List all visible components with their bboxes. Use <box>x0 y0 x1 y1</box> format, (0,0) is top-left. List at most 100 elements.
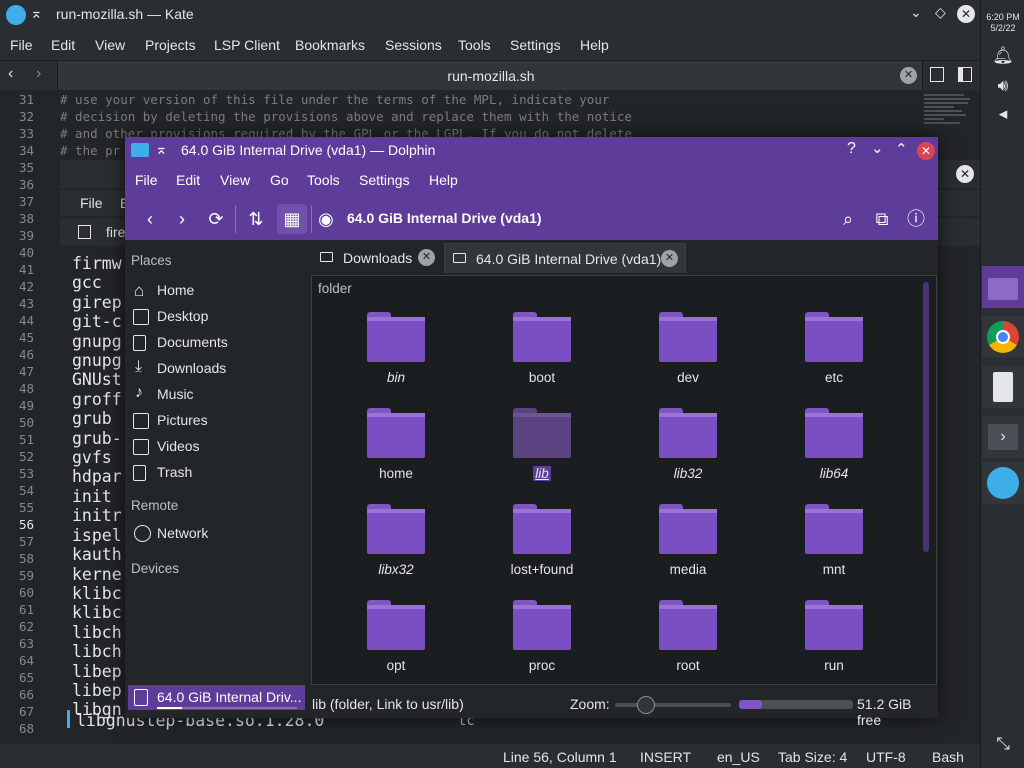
folder-item[interactable]: etc <box>774 300 894 396</box>
folder-item[interactable]: proc <box>482 588 602 684</box>
preview-eye-icon[interactable]: ◉ <box>313 206 339 232</box>
cursor-position[interactable]: Line 56, Column 1 <box>503 749 617 765</box>
tab-forward-icon[interactable]: › <box>36 65 41 83</box>
folder-item[interactable]: bin <box>336 300 456 396</box>
tab-close-icon[interactable]: ✕ <box>418 249 435 266</box>
new-document-icon[interactable] <box>930 67 944 82</box>
tab-downloads[interactable]: Downloads ✕ <box>310 243 442 273</box>
dolphin-titlebar[interactable]: ⌅ 64.0 GiB Internal Drive (vda1) — Dolph… <box>125 137 938 165</box>
folder-item[interactable]: opt <box>336 588 456 684</box>
folder-item[interactable]: boot <box>482 300 602 396</box>
place-desktop[interactable]: Desktop <box>125 304 308 330</box>
task-konsole[interactable]: › <box>982 416 1024 458</box>
folder-item[interactable]: lost+found <box>482 492 602 588</box>
tab-run-mozilla[interactable]: run-mozilla.sh ✕ <box>57 61 923 91</box>
menu-go[interactable]: Go <box>270 172 289 188</box>
folder-item[interactable]: dev <box>628 300 748 396</box>
tab-back-icon[interactable]: ‹ <box>8 65 13 83</box>
info-panel-icon[interactable]: ⓘ <box>903 206 929 232</box>
syntax-mode[interactable]: Bash <box>932 749 964 765</box>
line-number: 56 <box>18 517 34 532</box>
folder-item[interactable]: libx32 <box>336 492 456 588</box>
place-pictures[interactable]: Pictures <box>125 408 308 434</box>
file-view[interactable]: folder bin boot dev etc home lib lib32 lib64 lib… <box>311 275 937 685</box>
place-documents[interactable]: Documents <box>125 330 308 356</box>
new-tab-icon[interactable] <box>78 225 91 239</box>
zoom-slider-handle[interactable] <box>637 696 655 714</box>
menu-help[interactable]: Help <box>580 37 609 53</box>
place-network[interactable]: Network <box>125 521 308 547</box>
close-icon[interactable]: ✕ <box>917 142 935 160</box>
encoding[interactable]: UTF-8 <box>866 749 906 765</box>
location-label[interactable]: 64.0 GiB Internal Drive (vda1) <box>347 210 542 226</box>
tab-size[interactable]: Tab Size: 4 <box>778 749 847 765</box>
konsole-menu-file[interactable]: File <box>80 195 103 211</box>
menu-tools[interactable]: Tools <box>307 172 340 188</box>
task-kate[interactable] <box>982 462 1024 504</box>
folder-item[interactable]: media <box>628 492 748 588</box>
task-dolphin[interactable] <box>982 266 1024 308</box>
folder-item[interactable]: mnt <box>774 492 894 588</box>
konsole-close-icon[interactable]: ✕ <box>956 165 974 183</box>
icons-view-icon[interactable]: ▦ <box>277 204 307 234</box>
menu-view[interactable]: View <box>95 37 125 53</box>
place-music[interactable]: ♪ Music <box>125 382 308 408</box>
menu-lsp-client[interactable]: LSP Client <box>214 37 280 53</box>
split-icon[interactable]: ⧉ <box>869 206 895 232</box>
kate-tabbar: ‹ › run-mozilla.sh ✕ <box>0 60 980 91</box>
tab-close-icon[interactable]: ✕ <box>661 250 678 267</box>
view-scrollbar[interactable] <box>923 282 929 552</box>
panel-settings-icon[interactable]: ⤡ <box>991 732 1015 756</box>
folder-item[interactable]: lib <box>482 396 602 492</box>
line-number: 58 <box>18 551 34 566</box>
kate-titlebar[interactable]: ⌅ run-mozilla.sh — Kate ⌄ ◇ ✕ <box>0 0 980 30</box>
place-videos[interactable]: Videos <box>125 434 308 460</box>
reload-icon[interactable]: ⟳ <box>203 206 229 232</box>
expand-tray-icon[interactable]: ◂ <box>991 102 1015 126</box>
sort-icon[interactable]: ⇅ <box>243 206 269 232</box>
menu-file[interactable]: File <box>135 172 158 188</box>
folder-item[interactable]: home <box>336 396 456 492</box>
task-archive[interactable] <box>982 366 1024 408</box>
place-downloads[interactable]: ⤓ Downloads <box>125 356 308 382</box>
input-mode[interactable]: INSERT <box>640 749 691 765</box>
menu-settings[interactable]: Settings <box>510 37 561 53</box>
volume-icon[interactable]: 🔊︎ <box>991 74 1015 98</box>
zoom-slider[interactable] <box>615 703 731 707</box>
menu-file[interactable]: File <box>10 37 33 53</box>
menu-settings[interactable]: Settings <box>359 172 410 188</box>
place-trash[interactable]: Trash <box>125 460 308 486</box>
task-chrome[interactable] <box>982 316 1024 358</box>
keep-above-icon[interactable]: ⌅ <box>155 140 168 158</box>
place-internal-drive[interactable]: 64.0 GiB Internal Driv... <box>128 685 305 710</box>
maximize-icon[interactable]: ◇ <box>935 4 946 21</box>
menu-help[interactable]: Help <box>429 172 458 188</box>
menu-edit[interactable]: Edit <box>176 172 200 188</box>
menu-sessions[interactable]: Sessions <box>385 37 442 53</box>
split-view-icon[interactable] <box>958 67 972 82</box>
folder-item[interactable]: root <box>628 588 748 684</box>
notifications-bell-icon[interactable]: 🔔︎ <box>991 44 1015 68</box>
minimize-icon[interactable]: ⌄ <box>910 4 922 21</box>
forward-icon[interactable]: › <box>169 206 195 232</box>
menu-edit[interactable]: Edit <box>51 37 75 53</box>
folder-item[interactable]: lib64 <box>774 396 894 492</box>
tab-internal-drive[interactable]: 64.0 GiB Internal Drive (vda1) ✕ <box>444 243 686 273</box>
keep-above-icon[interactable]: ⌅ <box>30 4 43 22</box>
menu-bookmarks[interactable]: Bookmarks <box>295 37 365 53</box>
search-icon[interactable]: ⌕ <box>835 206 861 232</box>
digital-clock[interactable]: 6:20 PM 5/2/22 <box>981 12 1024 34</box>
close-icon[interactable]: ✕ <box>957 5 975 23</box>
maximize-icon[interactable]: ⌃ <box>895 140 908 158</box>
menu-view[interactable]: View <box>220 172 250 188</box>
menu-tools[interactable]: Tools <box>458 37 491 53</box>
folder-item[interactable]: lib32 <box>628 396 748 492</box>
help-icon[interactable]: ? <box>847 140 856 158</box>
dictionary-language[interactable]: en_US <box>717 749 760 765</box>
tab-close-icon[interactable]: ✕ <box>900 67 917 84</box>
folder-item[interactable]: run <box>774 588 894 684</box>
back-icon[interactable]: ‹ <box>137 206 163 232</box>
menu-projects[interactable]: Projects <box>145 37 196 53</box>
place-home[interactable]: ⌂ Home <box>125 278 308 304</box>
minimize-icon[interactable]: ⌄ <box>871 139 884 157</box>
